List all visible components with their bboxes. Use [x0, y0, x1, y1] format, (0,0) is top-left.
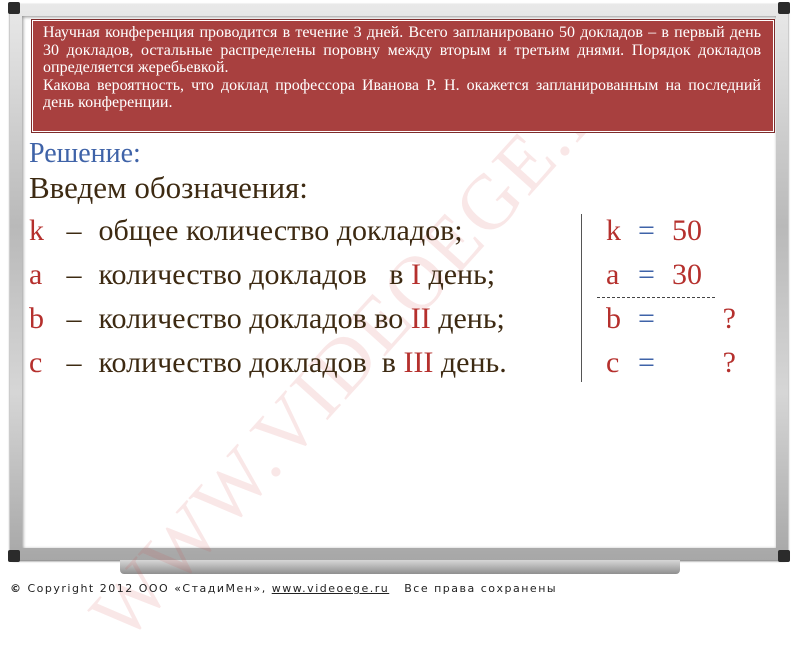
frame-corner-bottom-right [778, 550, 790, 562]
frame-corner-top-left [8, 2, 20, 14]
value-a: a = 30 [606, 258, 736, 292]
problem-statement: Научная конференция проводится в течение… [31, 19, 775, 133]
definition-text: количество докладов в [98, 346, 404, 379]
value-unknown: ? [722, 346, 736, 379]
definition-suffix: день; [420, 258, 496, 291]
dash: – [66, 258, 82, 291]
value-variable: c [606, 346, 620, 379]
problem-paragraph-1: Научная конференция проводится в течение… [43, 24, 761, 77]
dash: – [66, 214, 82, 247]
definition-text: количество докладов в [98, 258, 411, 291]
variable-symbol: c [29, 346, 43, 379]
value-variable: k [606, 214, 621, 247]
dashed-divider [597, 297, 715, 298]
value-k: k = 50 [606, 214, 736, 248]
definition-b: b – количество докладов во II день; [29, 302, 505, 336]
definition-text: общее количество докладов; [98, 214, 463, 247]
value-variable: b [606, 302, 621, 335]
definition-suffix: день. [433, 346, 507, 379]
rights-text: Все права сохранены [389, 582, 558, 595]
variable-symbol: k [29, 214, 44, 247]
copyright-icon: © [10, 582, 23, 595]
variable-symbol: b [29, 302, 44, 335]
day-number: II [410, 302, 431, 335]
equals-sign: = [638, 302, 655, 335]
day-number: I [410, 258, 421, 291]
frame-corner-bottom-left [8, 550, 20, 562]
equals-sign: = [638, 214, 655, 247]
value-unknown: ? [722, 302, 736, 335]
frame-corner-top-right [778, 2, 790, 14]
definition-suffix: день; [430, 302, 505, 335]
value-variable: a [606, 258, 620, 291]
value-number: 30 [672, 258, 702, 291]
definition-c: c – количество докладов в III день. [29, 346, 507, 380]
dash: – [66, 346, 82, 379]
separator-line [581, 214, 582, 382]
definition-a: a – количество докладов в I день; [29, 258, 495, 292]
solution-title: Решение: [29, 138, 141, 169]
variable-symbol: a [29, 258, 43, 291]
value-number: 50 [672, 214, 702, 247]
equals-sign: = [638, 258, 655, 291]
website-link[interactable]: www.videoege.ru [272, 582, 390, 595]
dash: – [66, 302, 82, 335]
day-number: III [403, 346, 434, 379]
notation-intro: Введем обозначения: [29, 170, 308, 205]
definition-k: k – общее количество докладов; [29, 214, 463, 248]
definition-text: количество докладов во [98, 302, 411, 335]
equals-sign: = [638, 346, 655, 379]
value-b: b =? [606, 302, 736, 336]
problem-paragraph-2: Какова вероятность, что доклад профессор… [43, 76, 761, 112]
copyright-footer: © Copyright 2012 ООО «СтадиМен», www.vid… [10, 582, 557, 595]
value-c: c =? [606, 346, 736, 380]
copyright-text: Copyright 2012 ООО «СтадиМен», [22, 582, 272, 595]
